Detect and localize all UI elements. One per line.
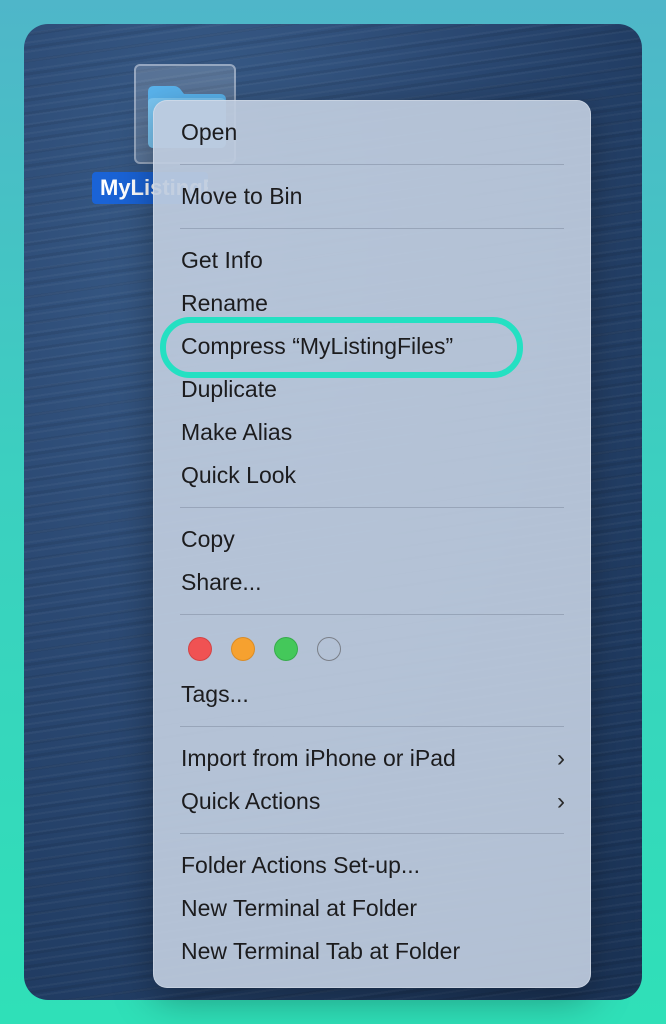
menu-item-folder-actions-setup[interactable]: Folder Actions Set-up... — [153, 844, 591, 887]
menu-item-open[interactable]: Open — [153, 111, 591, 154]
menu-item-make-alias[interactable]: Make Alias — [153, 411, 591, 454]
menu-separator — [180, 164, 564, 165]
tag-red-dot[interactable] — [188, 637, 212, 661]
chevron-right-icon: › — [557, 745, 565, 772]
context-menu: Open Move to Bin Get Info Rename Compres… — [153, 100, 591, 988]
chevron-right-icon: › — [557, 788, 565, 815]
tag-green-dot[interactable] — [274, 637, 298, 661]
menu-item-copy[interactable]: Copy — [153, 518, 591, 561]
menu-separator — [180, 228, 564, 229]
menu-item-move-to-bin[interactable]: Move to Bin — [153, 175, 591, 218]
menu-separator — [180, 726, 564, 727]
menu-item-import-from-iphone[interactable]: Import from iPhone or iPad › — [153, 737, 591, 780]
tag-orange-dot[interactable] — [231, 637, 255, 661]
menu-item-get-info[interactable]: Get Info — [153, 239, 591, 282]
menu-item-new-terminal[interactable]: New Terminal at Folder — [153, 887, 591, 930]
menu-item-duplicate[interactable]: Duplicate — [153, 368, 591, 411]
menu-item-new-terminal-tab[interactable]: New Terminal Tab at Folder — [153, 930, 591, 973]
menu-item-share[interactable]: Share... — [153, 561, 591, 604]
menu-separator — [180, 507, 564, 508]
tag-colors-row — [153, 625, 591, 673]
menu-item-tags[interactable]: Tags... — [153, 673, 591, 716]
menu-separator — [180, 833, 564, 834]
menu-item-rename[interactable]: Rename — [153, 282, 591, 325]
tag-none-dot[interactable] — [317, 637, 341, 661]
menu-item-quick-actions[interactable]: Quick Actions › — [153, 780, 591, 823]
menu-item-compress[interactable]: Compress “MyListingFiles” — [153, 325, 591, 368]
menu-item-label: Quick Actions — [181, 788, 321, 814]
menu-separator — [180, 614, 564, 615]
menu-item-quick-look[interactable]: Quick Look — [153, 454, 591, 497]
menu-item-label: Import from iPhone or iPad — [181, 745, 456, 771]
